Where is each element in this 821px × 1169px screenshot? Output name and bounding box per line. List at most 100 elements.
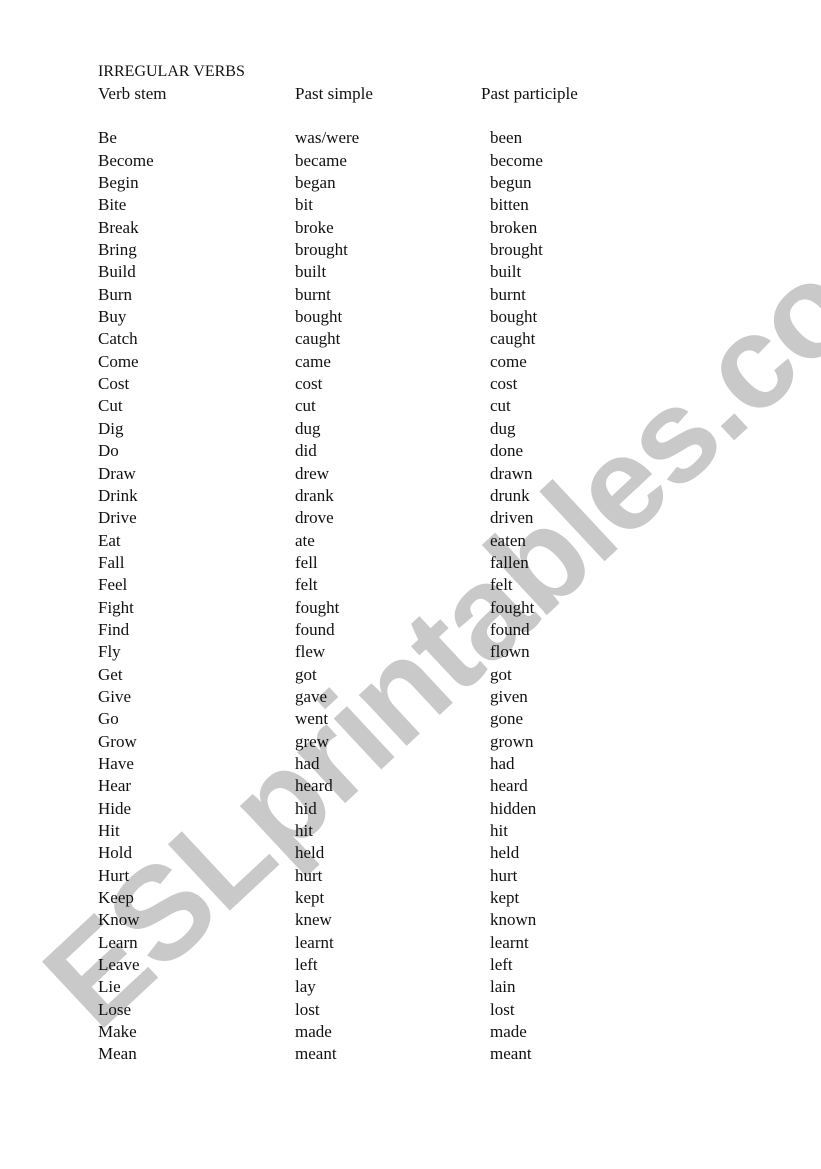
cell-past-simple: made — [295, 1022, 332, 1042]
cell-past-simple: drank — [295, 485, 334, 505]
table-row: Dig dug dug — [98, 418, 690, 440]
cell-verb-stem: Be — [98, 128, 117, 148]
table-row: Do did done — [98, 440, 690, 462]
table-row: Catch caught caught — [98, 328, 690, 350]
cell-past-simple: became — [295, 150, 347, 170]
cell-past-simple: learnt — [295, 932, 334, 952]
cell-verb-stem: Know — [98, 910, 140, 930]
cell-past-participle: meant — [490, 1044, 532, 1064]
cell-past-simple: hit — [295, 821, 313, 840]
document-title: IRREGULAR VERBS — [98, 63, 245, 80]
column-header-past-simple: Past simple — [295, 84, 373, 103]
cell-past-simple: gave — [295, 686, 328, 706]
cell-verb-stem: Learn — [98, 932, 138, 952]
cell-past-participle: cut — [490, 396, 511, 416]
cell-past-simple: went — [295, 709, 329, 729]
cell-past-participle: eaten — [490, 530, 526, 550]
cell-past-participle: come — [490, 351, 527, 371]
table-row: Get got got — [98, 664, 690, 686]
cell-past-participle: made — [490, 1022, 527, 1042]
cell-past-simple: kept — [295, 888, 325, 908]
cell-verb-stem: Find — [98, 619, 130, 639]
cell-past-participle: brought — [490, 240, 543, 260]
cell-past-simple: bought — [295, 307, 343, 327]
cell-past-participle: given — [490, 686, 528, 706]
cell-verb-stem: Lose — [98, 999, 132, 1019]
table-row: Draw drew drawn — [98, 463, 690, 485]
cell-past-participle: fought — [490, 597, 535, 617]
cell-verb-stem: Break — [98, 217, 139, 237]
cell-verb-stem: Hit — [98, 821, 120, 840]
cell-verb-stem: Keep — [98, 888, 134, 908]
cell-past-simple: hid — [295, 798, 317, 818]
table-row: Keep kept kept — [98, 887, 690, 909]
cell-past-simple: ate — [295, 530, 315, 550]
cell-past-simple: caught — [295, 329, 341, 349]
table-row: Become became become — [98, 150, 690, 172]
cell-past-participle: fallen — [490, 552, 529, 572]
cell-past-simple: began — [295, 173, 336, 193]
cell-verb-stem: Grow — [98, 731, 137, 751]
table-row: Burn burnt burnt — [98, 284, 690, 306]
cell-verb-stem: Hear — [98, 776, 132, 796]
table-row: Make made made — [98, 1021, 690, 1043]
cell-past-participle: done — [490, 441, 524, 461]
table-row: Eat ate eaten — [98, 530, 690, 552]
cell-past-simple: drew — [295, 463, 329, 483]
cell-verb-stem: Leave — [98, 955, 140, 975]
table-row: Hear heard heard — [98, 775, 690, 797]
cell-past-participle: burnt — [490, 284, 526, 304]
table-row: Cut cut cut — [98, 395, 690, 417]
cell-past-simple: heard — [295, 776, 333, 796]
cell-past-participle: grown — [490, 731, 534, 751]
cell-past-simple: fought — [295, 597, 340, 617]
table-row: Break broke broken — [98, 217, 690, 239]
table-row: Learn learnt learnt — [98, 932, 690, 954]
cell-past-participle: flown — [490, 642, 530, 662]
cell-past-participle: bought — [490, 307, 538, 327]
cell-verb-stem: Build — [98, 262, 136, 282]
table-row: Feel felt felt — [98, 574, 690, 596]
table-row: Hit hit hit — [98, 820, 690, 842]
verb-rows: Be was/were been Become became become Begin beg… — [98, 127, 690, 1065]
cell-verb-stem: Mean — [98, 1044, 137, 1064]
cell-past-participle: hidden — [490, 798, 537, 818]
table-row: Have had had — [98, 753, 690, 775]
table-row: Be was/were been — [98, 127, 690, 149]
table-row: Mean meant meant — [98, 1043, 690, 1065]
cell-past-simple: felt — [295, 575, 318, 595]
table-row: Begin began begun — [98, 172, 690, 194]
cell-verb-stem: Cost — [98, 374, 130, 394]
cell-past-simple: broke — [295, 217, 334, 237]
cell-verb-stem: Cut — [98, 396, 123, 416]
cell-verb-stem: Lie — [98, 977, 121, 997]
cell-past-simple: fell — [295, 552, 318, 572]
cell-verb-stem: Become — [98, 150, 154, 170]
cell-past-participle: built — [490, 262, 522, 282]
table-row: Come came come — [98, 351, 690, 373]
cell-verb-stem: Buy — [98, 307, 127, 327]
cell-past-participle: had — [490, 753, 515, 773]
verb-table: IRREGULAR VERBS Verb stem Past simple Pa… — [98, 62, 690, 1066]
cell-past-simple: cut — [295, 396, 316, 416]
cell-past-participle: become — [490, 150, 543, 170]
table-row: Bring brought brought — [98, 239, 690, 261]
cell-past-participle: lost — [490, 999, 515, 1019]
cell-verb-stem: Do — [98, 441, 119, 461]
table-row: Grow grew grown — [98, 731, 690, 753]
cell-verb-stem: Draw — [98, 463, 136, 483]
table-row: Lie lay lain — [98, 976, 690, 998]
table-row: Fly flew flown — [98, 641, 690, 663]
table-row: Give gave given — [98, 686, 690, 708]
cell-verb-stem: Have — [98, 753, 134, 773]
cell-past-simple: grew — [295, 731, 329, 751]
cell-verb-stem: Get — [98, 664, 123, 684]
cell-past-simple: had — [295, 753, 320, 773]
cell-past-participle: heard — [490, 776, 528, 796]
cell-past-participle: lain — [490, 977, 516, 997]
cell-past-simple: dug — [295, 418, 321, 438]
cell-verb-stem: Go — [98, 709, 119, 729]
cell-verb-stem: Hold — [98, 843, 132, 863]
cell-verb-stem: Give — [98, 686, 132, 706]
cell-verb-stem: Make — [98, 1022, 137, 1042]
